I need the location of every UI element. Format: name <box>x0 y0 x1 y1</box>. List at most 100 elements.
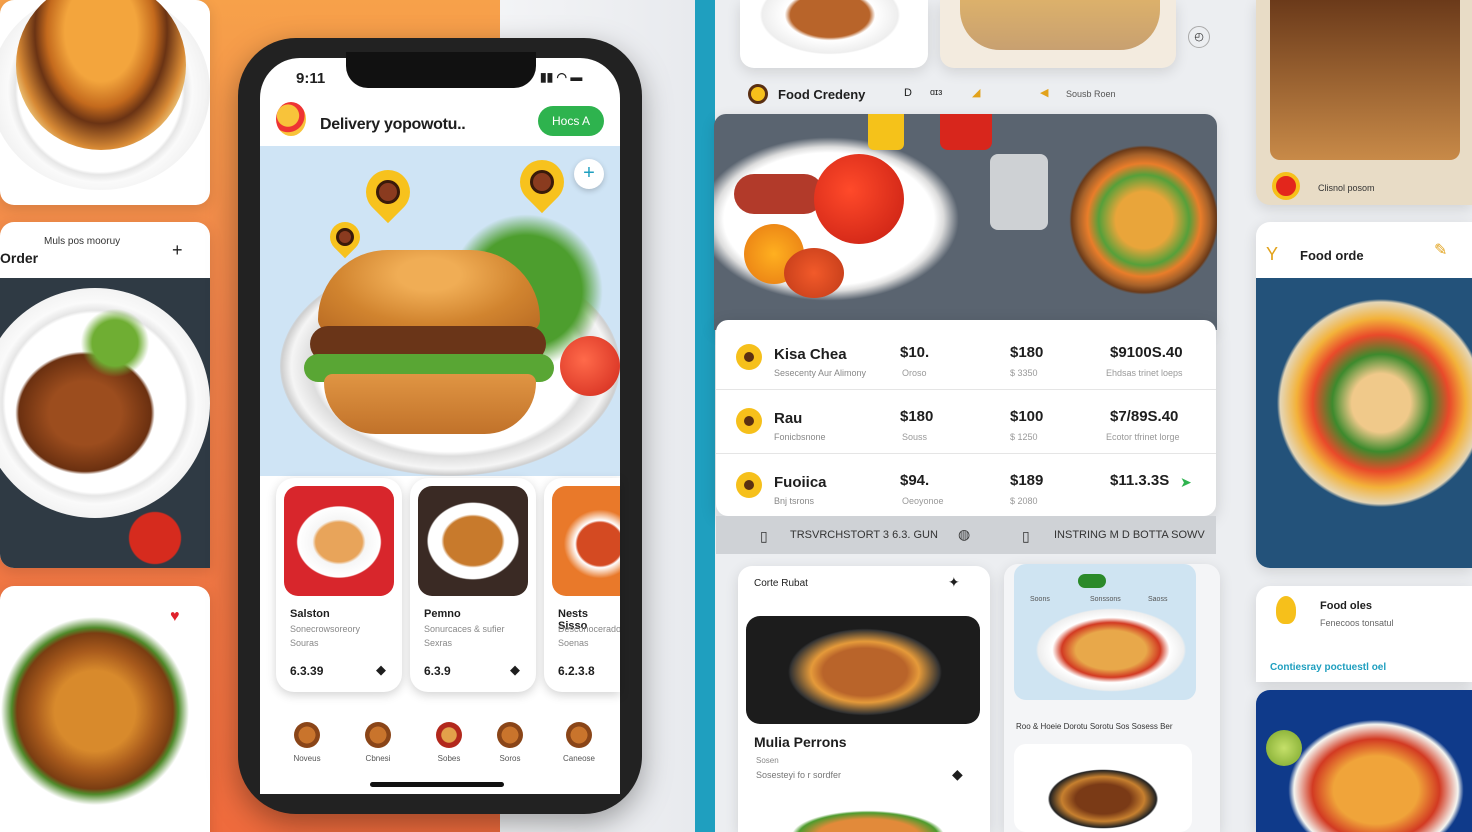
pasta-image <box>292 502 386 582</box>
food-photo <box>0 278 210 568</box>
header-item[interactable]: D <box>904 87 912 99</box>
fork-icon: Y <box>1266 244 1279 264</box>
arrow-icon[interactable]: ◢ <box>972 86 980 99</box>
ketchup-cup-image <box>940 114 992 150</box>
add-circle-button[interactable]: + <box>574 159 604 189</box>
row-price: $10. <box>900 344 930 361</box>
card-subtitle-2: Souras <box>290 638 319 648</box>
diamond-icon[interactable]: ◆ <box>376 662 386 678</box>
teal-divider <box>695 0 715 832</box>
food-orde-card[interactable]: Y Food orde ✎ <box>1256 222 1472 568</box>
diamond-icon[interactable]: ◆ <box>510 662 520 678</box>
row-price: $100 <box>1010 408 1044 425</box>
tab-1[interactable]: Noveus <box>282 722 332 763</box>
dish-icon <box>436 722 462 748</box>
box-image <box>960 0 1160 50</box>
row-price-sub: $ 1250 <box>1010 432 1038 442</box>
top-dish-card[interactable] <box>740 0 928 68</box>
card-subtitle: Desconocerado <box>558 624 620 634</box>
ham-image <box>734 174 824 214</box>
salad-image <box>70 308 160 378</box>
pepper-image <box>814 154 904 244</box>
pin-icon <box>736 472 762 498</box>
tab-2[interactable]: Cbnesi <box>353 722 403 763</box>
pencil-icon[interactable]: ✎ <box>1434 240 1447 260</box>
header-item[interactable]: ɑɪɜ <box>930 87 942 97</box>
card-price: 6.2.3.8 <box>558 664 595 678</box>
row-price-sub: Oroso <box>902 368 927 378</box>
pizza-icon <box>566 722 592 748</box>
bookmark-icon[interactable]: ◆ <box>952 766 963 783</box>
hero-burger-banner <box>260 146 620 476</box>
menu-card-1[interactable]: Salston Sonecrowsoreory Souras 6.3.39 ◆ <box>276 478 402 692</box>
card-subtitle: Sonecrowsoreory <box>290 624 361 634</box>
bowl-card[interactable]: ♥ <box>0 586 210 832</box>
burger-tile[interactable] <box>1014 744 1192 832</box>
refresh-icon[interactable]: ◴ <box>1188 26 1210 48</box>
promo-link[interactable]: Contiesray poctuestl oel <box>1270 662 1386 673</box>
glass-image <box>990 154 1048 230</box>
row-price: $180 <box>900 408 934 425</box>
row-price-sub: $ 2080 <box>1010 496 1038 506</box>
pasta-card[interactable]: Soons Sonssons Saoss Roo & Hoeie Dorotu … <box>1004 564 1220 832</box>
tab-3[interactable]: Sobes <box>424 722 474 763</box>
order-card[interactable]: Muls pos mooruy Order + <box>0 222 210 568</box>
menu-card-3[interactable]: Nests Sisso Desconocerado Soenas 6.2.3.8 <box>544 478 620 692</box>
menu-card-2[interactable]: Pemno Sonurcaces & sufier Sexras 6.3.9 ◆ <box>410 478 536 692</box>
tab-4[interactable]: Soros <box>485 722 535 763</box>
heart-icon[interactable]: ♥ <box>170 608 180 626</box>
dish-image <box>284 486 394 596</box>
salad-plate-image <box>1266 288 1472 518</box>
row-name: Rau <box>774 410 803 427</box>
row-sub: Sesecenty Aur Alimony <box>774 368 867 378</box>
avatar-icon <box>294 722 320 748</box>
row-total: $7/89S.40 <box>1110 408 1179 425</box>
dish-image <box>746 616 980 724</box>
header-item[interactable]: Sousb Roen <box>1066 89 1116 99</box>
card-subtitle-2: Soenas <box>558 638 589 648</box>
fries-box-card[interactable] <box>940 0 1176 68</box>
panel-header: Food Credeny D ɑɪɜ ◢ ◀ Sousb Roen <box>740 80 1210 110</box>
dish-detail-card[interactable]: Corte Rubat ✦ Mulia Perrons Sosen Sosest… <box>738 566 990 832</box>
tab-5[interactable]: Caneose <box>554 722 604 763</box>
salad-photo <box>1256 278 1472 568</box>
home-indicator <box>370 782 504 787</box>
tab-label: Caneose <box>562 754 596 763</box>
app-title: Delivery yopowotu.. <box>320 116 466 133</box>
footer-label[interactable]: TRSVRCHSTORT 3 6.3. GUN <box>790 529 938 541</box>
sparkle-icon[interactable]: ✦ <box>948 574 960 591</box>
burger-bun-top <box>318 250 540 332</box>
table-row[interactable]: Fuoiica Bnj tsrons $94. Oeoyonoe $189 $ … <box>716 454 1216 518</box>
herb-icon <box>1078 574 1106 588</box>
tomato-image <box>560 336 620 396</box>
dish-sub: Sosen <box>756 756 779 765</box>
row-total-sub: Ecotor tfrinet lorge <box>1106 432 1180 442</box>
table-row[interactable]: Kisa Chea Sesecenty Aur Alimony $10. Oro… <box>716 326 1216 390</box>
order-heading: Order <box>0 250 39 266</box>
footer-label[interactable]: INSTRING M D BOTTA SOWV <box>1054 529 1205 541</box>
dish-name: Mulia Perrons <box>754 734 847 750</box>
brand-name: Food Credeny <box>778 87 866 102</box>
card-title: Food oles <box>1320 600 1372 612</box>
hero-food-photo <box>714 114 1217 330</box>
table-row[interactable]: Rau Fonicbsnone $180 Souss $100 $ 1250 $… <box>716 390 1216 454</box>
row-sub: Bnj tsrons <box>774 496 815 506</box>
card-price: 6.3.9 <box>424 664 451 678</box>
card-subtitle-2: Sexras <box>424 638 453 648</box>
card-subtitle: Sonurcaces & sufier <box>424 624 505 634</box>
chevron-icon[interactable]: ◀ <box>1040 86 1048 99</box>
nachos-card[interactable] <box>1256 690 1472 832</box>
food-oies-card[interactable]: Food oles Fenecoos tonsatul Contiesray p… <box>1256 586 1472 682</box>
card-title: Salston <box>290 608 330 620</box>
row-price-sub: Souss <box>902 432 928 442</box>
card-title: Food orde <box>1300 248 1364 263</box>
add-icon[interactable]: + <box>172 240 183 261</box>
takeout-box-card[interactable]: Clisnol posom <box>1256 0 1472 205</box>
drop-icon: ◍ <box>958 526 971 542</box>
pasta-label: Soons <box>1030 596 1050 603</box>
arrow-right-icon[interactable]: ➤ <box>1180 474 1192 491</box>
header-action-button[interactable]: Hocs A <box>538 106 604 136</box>
burger-card[interactable] <box>0 0 210 205</box>
row-total-sub: Ehdsas trinet loeps <box>1106 368 1183 378</box>
dish-image-bottom <box>778 806 958 832</box>
